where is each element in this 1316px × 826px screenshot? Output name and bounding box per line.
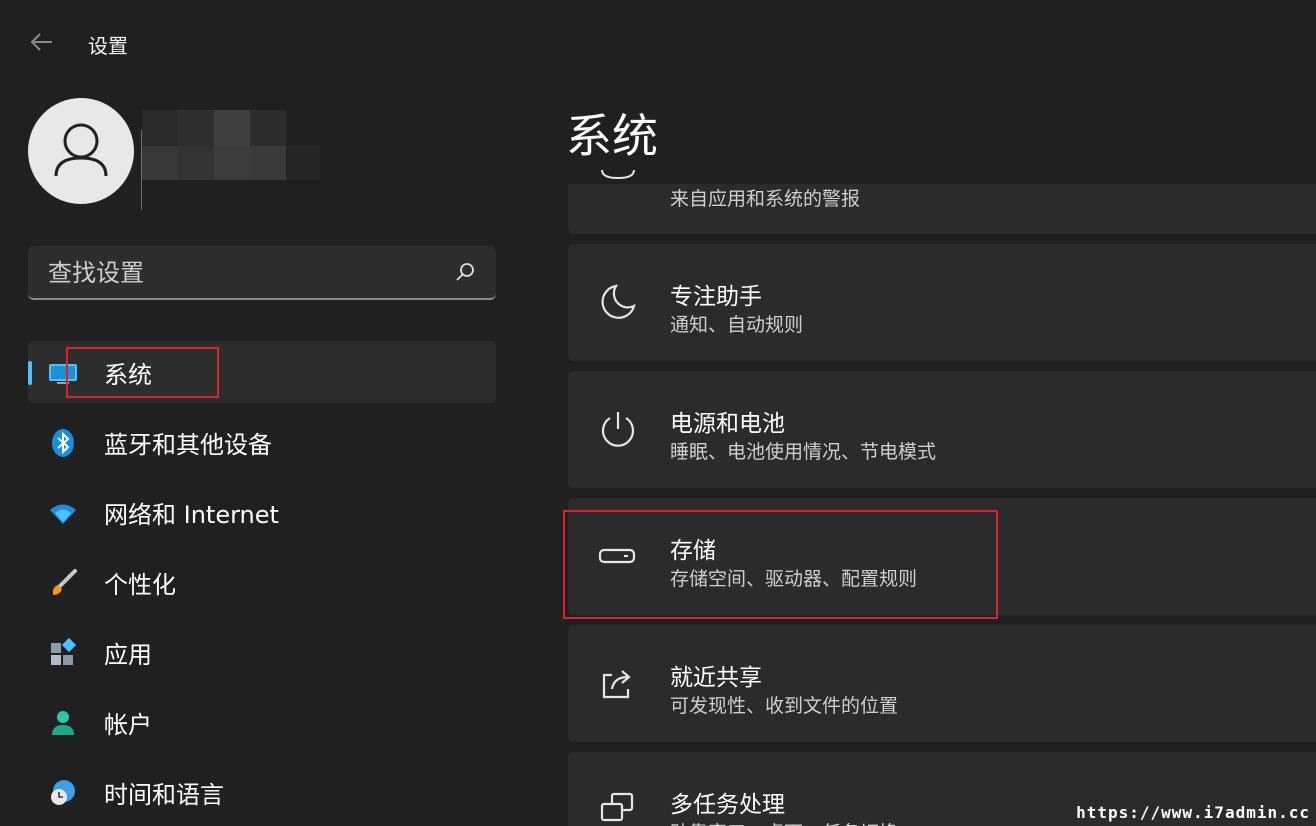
moon-icon [601,284,636,319]
sidebar-item-label: 蓝牙和其他设备 [104,431,272,459]
apps-icon [51,638,77,665]
card-subtitle: 可发现性、收到文件的位置 [670,695,899,717]
multitask-icon [600,792,634,822]
card-subtitle: 贴靠窗口、桌面、任务切换 [670,818,898,826]
card-nearby-sharing[interactable]: 就近共享 可发现性、收到文件的位置 [568,625,1316,742]
avatar[interactable] [28,98,134,204]
selection-indicator [28,361,32,385]
sidebar-item-label: 帐户 [104,711,152,739]
card-notifications[interactable]: 来自应用和系统的警报 [568,170,1316,234]
sidebar-item-network[interactable]: 网络和 Internet [28,481,496,543]
card-title: 就近共享 [670,665,762,691]
card-power-battery[interactable]: 电源和电池 睡眠、电池使用情况、节电模式 [568,371,1316,488]
sidebar-item-label: 时间和语言 [104,781,224,809]
highlight-box [563,510,998,619]
app-title: 设置 [88,34,128,58]
search-box[interactable] [28,246,496,300]
search-icon[interactable] [454,261,476,283]
sidebar-item-bluetooth[interactable]: 蓝牙和其他设备 [28,411,496,473]
bluetooth-icon [52,429,74,457]
power-icon [601,412,635,447]
sidebar-item-label: 个性化 [104,571,176,599]
wifi-icon [50,504,76,524]
user-name-redacted [142,110,322,182]
globe-clock-icon [51,780,75,805]
page-title: 系统 [566,109,658,163]
sidebar-item-personalization[interactable]: 个性化 [28,551,496,613]
sidebar-item-accounts[interactable]: 帐户 [28,691,496,753]
card-subtitle: 睡眠、电池使用情况、节电模式 [670,441,937,463]
card-focus-assist[interactable]: 专注助手 通知、自动规则 [568,244,1316,361]
divider [141,130,142,210]
person-icon [52,711,74,735]
watermark: https://www.i7admin.cc [1076,803,1310,822]
bell-icon [601,170,635,180]
person-outline-icon [54,123,108,177]
back-button[interactable] [28,28,56,56]
paintbrush-icon [52,569,77,595]
sidebar-item-label: 网络和 Internet [104,501,279,529]
sidebar-item-apps[interactable]: 应用 [28,621,496,683]
highlight-box [66,347,219,398]
back-arrow-icon [30,33,52,51]
card-title: 多任务处理 [670,792,785,818]
search-input[interactable] [46,246,450,300]
card-title: 专注助手 [670,284,762,310]
sidebar-item-time-language[interactable]: 时间和语言 [28,761,496,823]
card-subtitle: 来自应用和系统的警报 [670,188,861,210]
share-icon [602,670,631,699]
card-title: 电源和电池 [670,411,785,437]
sidebar-item-label: 应用 [104,641,152,669]
card-subtitle: 通知、自动规则 [670,314,804,336]
